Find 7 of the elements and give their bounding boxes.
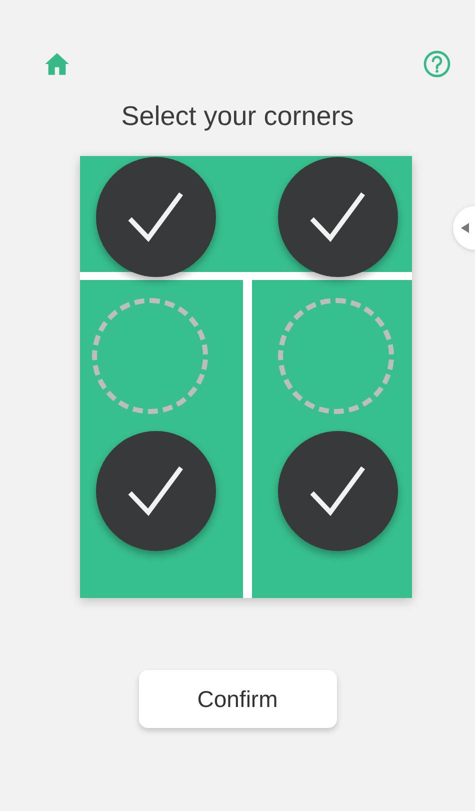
- caret-icon: [461, 223, 469, 233]
- page-title: Select your corners: [120, 101, 355, 132]
- check-icon: [127, 464, 185, 518]
- check-icon: [309, 464, 367, 518]
- check-icon: [309, 190, 367, 244]
- confirm-button[interactable]: Confirm: [138, 670, 336, 728]
- check-icon: [127, 190, 185, 244]
